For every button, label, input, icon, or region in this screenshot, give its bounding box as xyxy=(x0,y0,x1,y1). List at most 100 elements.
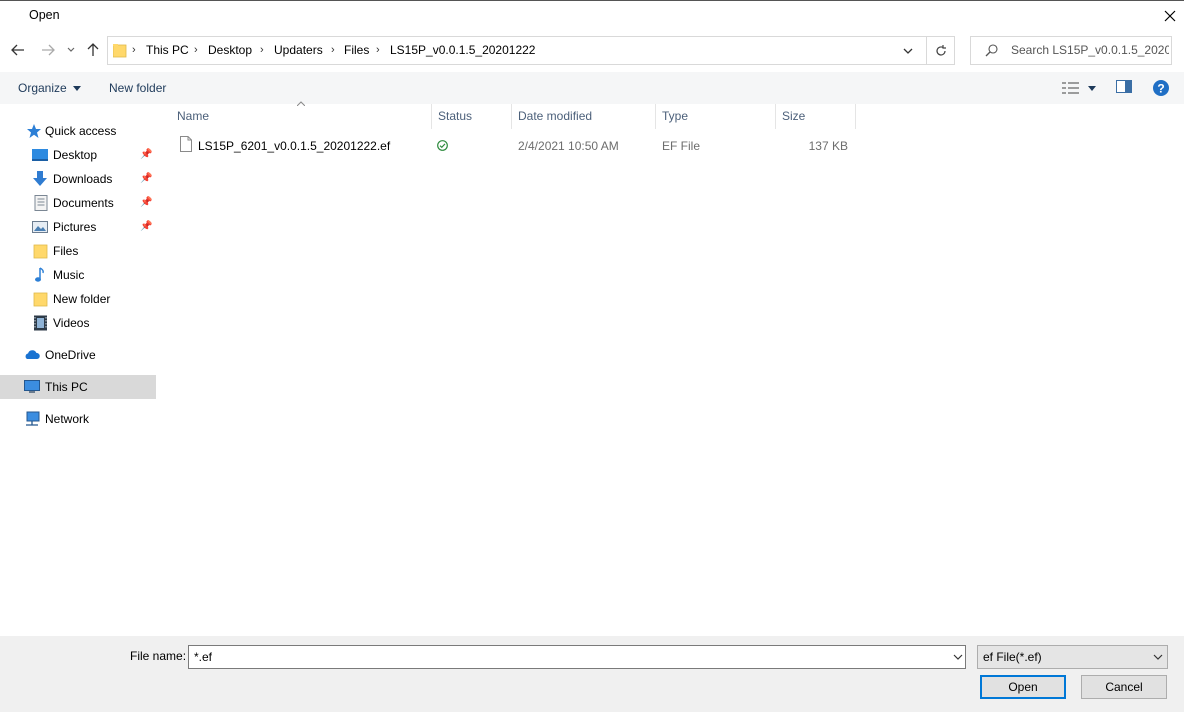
column-divider[interactable] xyxy=(431,104,432,129)
column-header-type[interactable]: Type xyxy=(662,104,688,129)
sidebar-item-label: This PC xyxy=(45,380,88,394)
breadcrumb-current-folder[interactable]: LS15P_v0.0.1.5_20201222 xyxy=(390,37,535,64)
star-icon xyxy=(27,124,41,138)
breadcrumb-separator: › xyxy=(194,44,198,56)
file-name-value: *.ef xyxy=(194,650,213,664)
sidebar-item-desktop[interactable]: Desktop 📌 xyxy=(0,143,156,167)
column-header-status[interactable]: Status xyxy=(438,104,472,129)
breadcrumb-separator: › xyxy=(376,44,380,56)
up-button[interactable] xyxy=(84,40,102,60)
sidebar-item-pictures[interactable]: Pictures 📌 xyxy=(0,215,156,239)
file-type: EF File xyxy=(662,139,701,153)
sidebar-item-label: New folder xyxy=(53,292,111,306)
help-icon: ? xyxy=(1153,80,1169,96)
sidebar-item-label: Videos xyxy=(53,316,90,330)
pin-icon: 📌 xyxy=(140,197,153,208)
sidebar-item-quick-access[interactable]: Quick access xyxy=(0,119,156,143)
open-button[interactable]: Open xyxy=(980,675,1066,699)
file-type-filter-value: ef File(*.ef) xyxy=(983,650,1042,664)
sidebar-item-label: Pictures xyxy=(53,220,97,234)
download-icon xyxy=(33,171,47,186)
organize-button[interactable]: Organize xyxy=(18,81,82,95)
breadcrumb-files[interactable]: Files xyxy=(344,37,369,64)
sidebar-item-network[interactable]: Network xyxy=(0,407,156,431)
chevron-down-icon xyxy=(1153,654,1163,660)
column-divider[interactable] xyxy=(855,104,856,129)
picture-icon xyxy=(32,221,48,233)
search-box[interactable]: Search LS15P_v0.0.1.5_20201... xyxy=(970,36,1172,65)
pin-icon: 📌 xyxy=(140,149,153,160)
chevron-down-icon[interactable] xyxy=(953,654,963,661)
arrow-right-icon xyxy=(42,44,55,56)
caret-down-icon xyxy=(1088,86,1096,91)
cloud-icon xyxy=(25,350,40,359)
desktop-icon xyxy=(32,149,48,161)
command-bar xyxy=(0,72,1184,104)
column-divider[interactable] xyxy=(775,104,776,129)
close-icon xyxy=(1164,10,1176,21)
refresh-button[interactable] xyxy=(926,36,955,65)
preview-pane-icon xyxy=(1116,80,1132,93)
sidebar-item-label: OneDrive xyxy=(45,348,96,362)
arrow-left-icon xyxy=(11,44,24,56)
column-header-name[interactable]: Name xyxy=(177,104,209,129)
preview-pane-button[interactable] xyxy=(1116,80,1134,96)
new-folder-button[interactable]: New folder xyxy=(109,81,166,95)
search-icon xyxy=(985,44,998,57)
cancel-button[interactable]: Cancel xyxy=(1081,675,1167,699)
sidebar-item-this-pc[interactable]: This PC xyxy=(0,375,156,399)
view-options-button[interactable] xyxy=(1060,80,1100,96)
folder-icon xyxy=(33,244,48,259)
column-header-size[interactable]: Size xyxy=(782,104,805,129)
close-button[interactable] xyxy=(1156,0,1184,31)
pin-icon: 📌 xyxy=(140,221,153,232)
sidebar-item-label: Documents xyxy=(53,196,114,210)
sidebar-item-onedrive[interactable]: OneDrive xyxy=(0,343,156,367)
sidebar-item-label: Files xyxy=(53,244,79,258)
column-header-date-modified[interactable]: Date modified xyxy=(518,104,592,129)
sidebar-item-label: Quick access xyxy=(45,124,117,138)
refresh-icon xyxy=(935,44,946,56)
sort-ascending-icon xyxy=(297,101,305,106)
sidebar-item-label: Desktop xyxy=(53,148,98,162)
network-icon xyxy=(26,411,40,426)
chevron-down-icon xyxy=(67,47,75,52)
caret-down-icon xyxy=(73,86,82,92)
file-date-modified: 2/4/2021 10:50 AM xyxy=(518,139,619,153)
sidebar-item-files[interactable]: Files xyxy=(0,239,156,263)
breadcrumb-separator: › xyxy=(132,44,136,56)
sync-check-icon xyxy=(437,140,448,151)
help-button[interactable]: ? xyxy=(1153,80,1169,96)
arrow-up-icon xyxy=(87,43,99,56)
recent-locations-button[interactable] xyxy=(64,40,78,60)
forward-button[interactable] xyxy=(38,40,58,60)
svg-text:?: ? xyxy=(1157,82,1164,96)
navigation-pane: Quick access Desktop 📌 Downloads 📌 Docum… xyxy=(0,104,157,636)
document-icon xyxy=(34,195,48,211)
breadcrumb-updaters[interactable]: Updaters xyxy=(274,37,323,64)
back-button[interactable] xyxy=(8,40,28,60)
sidebar-item-label: Downloads xyxy=(53,172,113,186)
breadcrumb-this-pc[interactable]: This PC xyxy=(146,37,189,64)
column-divider[interactable] xyxy=(511,104,512,129)
sidebar-item-downloads[interactable]: Downloads 📌 xyxy=(0,167,156,191)
sidebar-item-label: Network xyxy=(45,412,90,426)
file-name-input[interactable]: *.ef xyxy=(188,645,966,669)
music-icon xyxy=(35,267,44,282)
sidebar-item-documents[interactable]: Documents 📌 xyxy=(0,191,156,215)
file-type-filter[interactable]: ef File(*.ef) xyxy=(977,645,1168,669)
sidebar-item-videos[interactable]: Videos xyxy=(0,311,156,335)
column-divider[interactable] xyxy=(655,104,656,129)
window-title: Open xyxy=(29,8,60,22)
breadcrumb-separator: › xyxy=(331,44,335,56)
pin-icon: 📌 xyxy=(140,173,153,184)
organize-label: Organize xyxy=(18,81,67,95)
breadcrumb-desktop[interactable]: Desktop xyxy=(208,37,252,64)
file-name: LS15P_6201_v0.0.1.5_20201222.ef xyxy=(198,139,391,153)
chevron-down-icon[interactable] xyxy=(903,48,913,55)
computer-icon xyxy=(24,380,40,393)
file-icon xyxy=(180,136,192,152)
sidebar-item-new-folder[interactable]: New folder xyxy=(0,287,156,311)
sidebar-item-music[interactable]: Music xyxy=(0,263,156,287)
address-bar[interactable]: › This PC › Desktop › Updaters › Files ›… xyxy=(107,36,955,65)
